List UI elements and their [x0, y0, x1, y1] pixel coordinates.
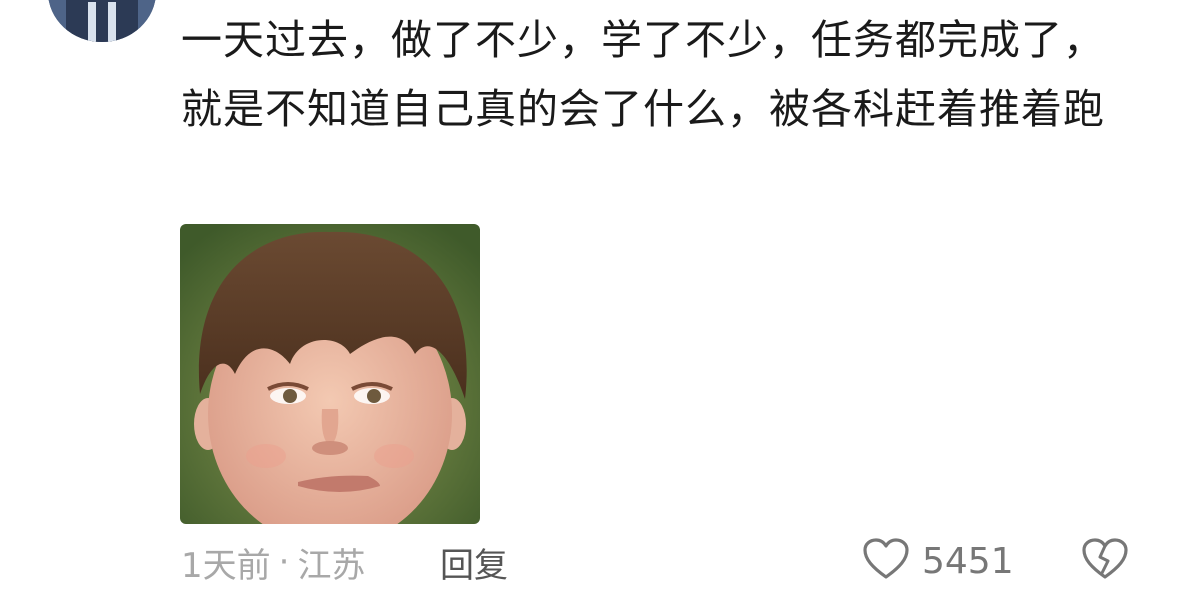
avatar[interactable]	[48, 0, 156, 42]
comment-meta: 1天前 · 江苏	[181, 540, 366, 586]
comment-time: 1天前	[181, 545, 271, 586]
comment-text: 一天过去，做了不少，学了不少，任务都完成了，就是不知道自己真的会了什么，被各科赶…	[181, 16, 1105, 133]
meta-separator: ·	[278, 542, 290, 582]
dislike-button[interactable]	[1080, 536, 1130, 586]
reply-button[interactable]: 回复	[440, 540, 508, 586]
heart-outline-icon	[862, 537, 910, 585]
like-count: 5451	[922, 540, 1014, 582]
comment-item: 一天过去，做了不少，学了不少，任务都完成了，就是不知道自己真的会了什么，被各科赶…	[0, 0, 1179, 613]
like-button[interactable]: 5451	[862, 536, 1014, 586]
comment-location: 江苏	[297, 545, 366, 586]
broken-heart-icon	[1081, 537, 1129, 585]
sticker-image[interactable]	[180, 224, 480, 524]
